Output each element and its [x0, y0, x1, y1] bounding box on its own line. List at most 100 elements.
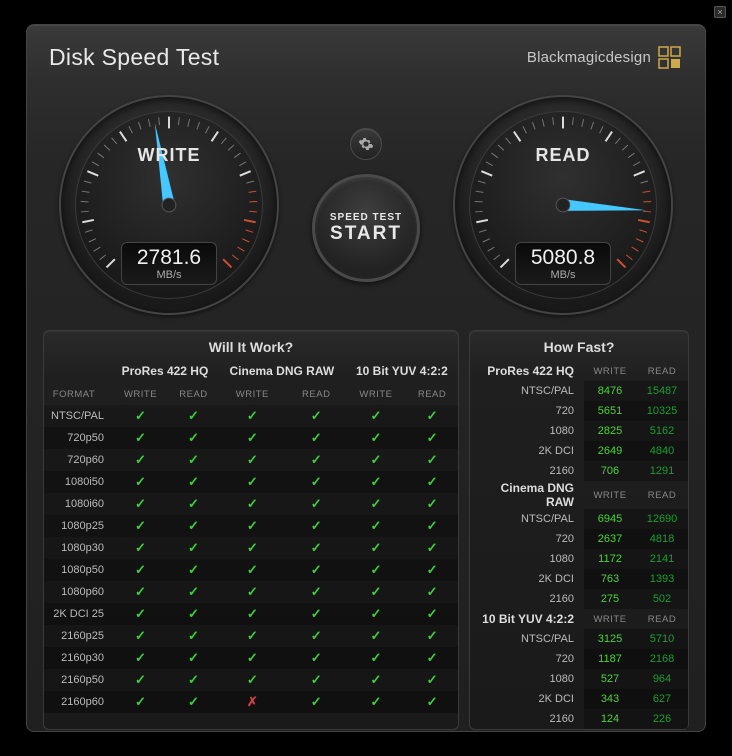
check-icon: ✓: [188, 584, 199, 599]
check-cell: ✓: [346, 515, 406, 537]
check-cell: ✓: [406, 537, 458, 559]
check-cell: ✓: [218, 405, 287, 427]
check-cell: ✓: [169, 449, 218, 471]
check-cell: ✓: [218, 647, 287, 669]
write-fps: 527: [584, 669, 636, 689]
format-name: 1080: [470, 669, 584, 689]
format-name: 1080: [470, 549, 584, 569]
check-icon: ✓: [311, 518, 322, 533]
how-fast-table: ProRes 422 HQWRITEREADNTSC/PAL8476154877…: [470, 361, 688, 729]
check-cell: ✓: [169, 581, 218, 603]
check-icon: ✓: [247, 584, 258, 599]
write-header: WRITE: [584, 609, 636, 629]
write-fps: 1172: [584, 549, 636, 569]
check-icon: ✓: [247, 430, 258, 445]
check-cell: ✓: [112, 427, 169, 449]
check-cell: ✓: [287, 581, 346, 603]
table-row: 1080527964: [470, 669, 688, 689]
write-fps: 6945: [584, 509, 636, 529]
wr-header: WRITE: [112, 383, 169, 405]
table-row: 2160p50✓✓✓✓✓✓: [44, 669, 458, 691]
format-name: 1080p30: [44, 537, 112, 559]
table-row: NTSC/PAL31255710: [470, 629, 688, 649]
check-icon: ✓: [371, 584, 382, 599]
format-name: 2160p50: [44, 669, 112, 691]
check-cell: ✓: [169, 405, 218, 427]
check-icon: ✓: [135, 650, 146, 665]
format-name: 720p60: [44, 449, 112, 471]
read-unit: MB/s: [516, 268, 610, 282]
write-fps: 343: [584, 689, 636, 709]
check-icon: ✓: [188, 518, 199, 533]
check-cell: ✓: [287, 471, 346, 493]
wr-header: READ: [287, 383, 346, 405]
check-icon: ✓: [371, 408, 382, 423]
check-icon: ✓: [247, 496, 258, 511]
check-cell: ✓: [218, 559, 287, 581]
app-title: Disk Speed Test: [49, 44, 219, 71]
read-readout: 5080.8 MB/s: [515, 242, 611, 285]
check-icon: ✓: [427, 496, 438, 511]
write-fps: 2637: [584, 529, 636, 549]
check-cell: ✓: [406, 691, 458, 713]
check-icon: ✓: [427, 606, 438, 621]
wr-header: READ: [169, 383, 218, 405]
write-readout: 2781.6 MB/s: [121, 242, 217, 285]
check-icon: ✓: [311, 584, 322, 599]
check-icon: ✓: [427, 584, 438, 599]
format-name: 2160: [470, 589, 584, 609]
check-cell: ✓: [406, 647, 458, 669]
check-cell: ✓: [406, 581, 458, 603]
check-cell: ✓: [406, 669, 458, 691]
check-icon: ✓: [371, 452, 382, 467]
wr-header: WRITE: [218, 383, 287, 405]
check-cell: ✓: [169, 691, 218, 713]
read-fps: 12690: [636, 509, 688, 529]
check-icon: ✓: [427, 628, 438, 643]
check-icon: ✓: [371, 540, 382, 555]
check-cell: ✓: [112, 405, 169, 427]
write-header: WRITE: [584, 361, 636, 381]
check-icon: ✓: [247, 452, 258, 467]
start-button[interactable]: SPEED TEST START: [312, 174, 420, 282]
check-cell: ✓: [112, 537, 169, 559]
check-icon: ✓: [135, 452, 146, 467]
check-cell: ✓: [169, 493, 218, 515]
table-row: 21607061291: [470, 461, 688, 481]
check-cell: ✓: [287, 603, 346, 625]
table-row: 2160124226: [470, 709, 688, 729]
check-icon: ✓: [135, 540, 146, 555]
check-cell: ✓: [218, 669, 287, 691]
settings-button[interactable]: [350, 128, 382, 160]
table-row: 2K DCI 25✓✓✓✓✓✓: [44, 603, 458, 625]
table-row: 72026374818: [470, 529, 688, 549]
will-it-work-table: ProRes 422 HQCinema DNG RAW10 Bit YUV 4:…: [44, 361, 458, 713]
brand-text: Blackmagicdesign: [527, 49, 651, 66]
format-name: 1080i60: [44, 493, 112, 515]
codec-header: 10 Bit YUV 4:2:2: [470, 609, 584, 629]
check-cell: ✓: [346, 647, 406, 669]
table-row: NTSC/PAL694512690: [470, 509, 688, 529]
read-fps: 1393: [636, 569, 688, 589]
close-button[interactable]: ×: [714, 6, 726, 18]
check-icon: ✓: [311, 650, 322, 665]
check-icon: ✓: [311, 694, 322, 709]
read-gauge-label: READ: [455, 145, 671, 166]
check-cell: ✓: [112, 471, 169, 493]
table-row: 1080i60✓✓✓✓✓✓: [44, 493, 458, 515]
table-row: 108028255162: [470, 421, 688, 441]
check-cell: ✓: [112, 515, 169, 537]
check-cell: ✓: [406, 515, 458, 537]
write-gauge: WRITE 2781.6 MB/s: [59, 95, 279, 315]
read-fps: 4818: [636, 529, 688, 549]
check-icon: ✓: [371, 650, 382, 665]
table-row: 1080p30✓✓✓✓✓✓: [44, 537, 458, 559]
check-cell: ✓: [112, 669, 169, 691]
check-cell: ✓: [346, 559, 406, 581]
check-icon: ✓: [135, 672, 146, 687]
check-icon: ✓: [135, 584, 146, 599]
check-icon: ✓: [247, 408, 258, 423]
check-icon: ✓: [427, 430, 438, 445]
check-cell: ✓: [218, 625, 287, 647]
check-icon: ✓: [247, 672, 258, 687]
